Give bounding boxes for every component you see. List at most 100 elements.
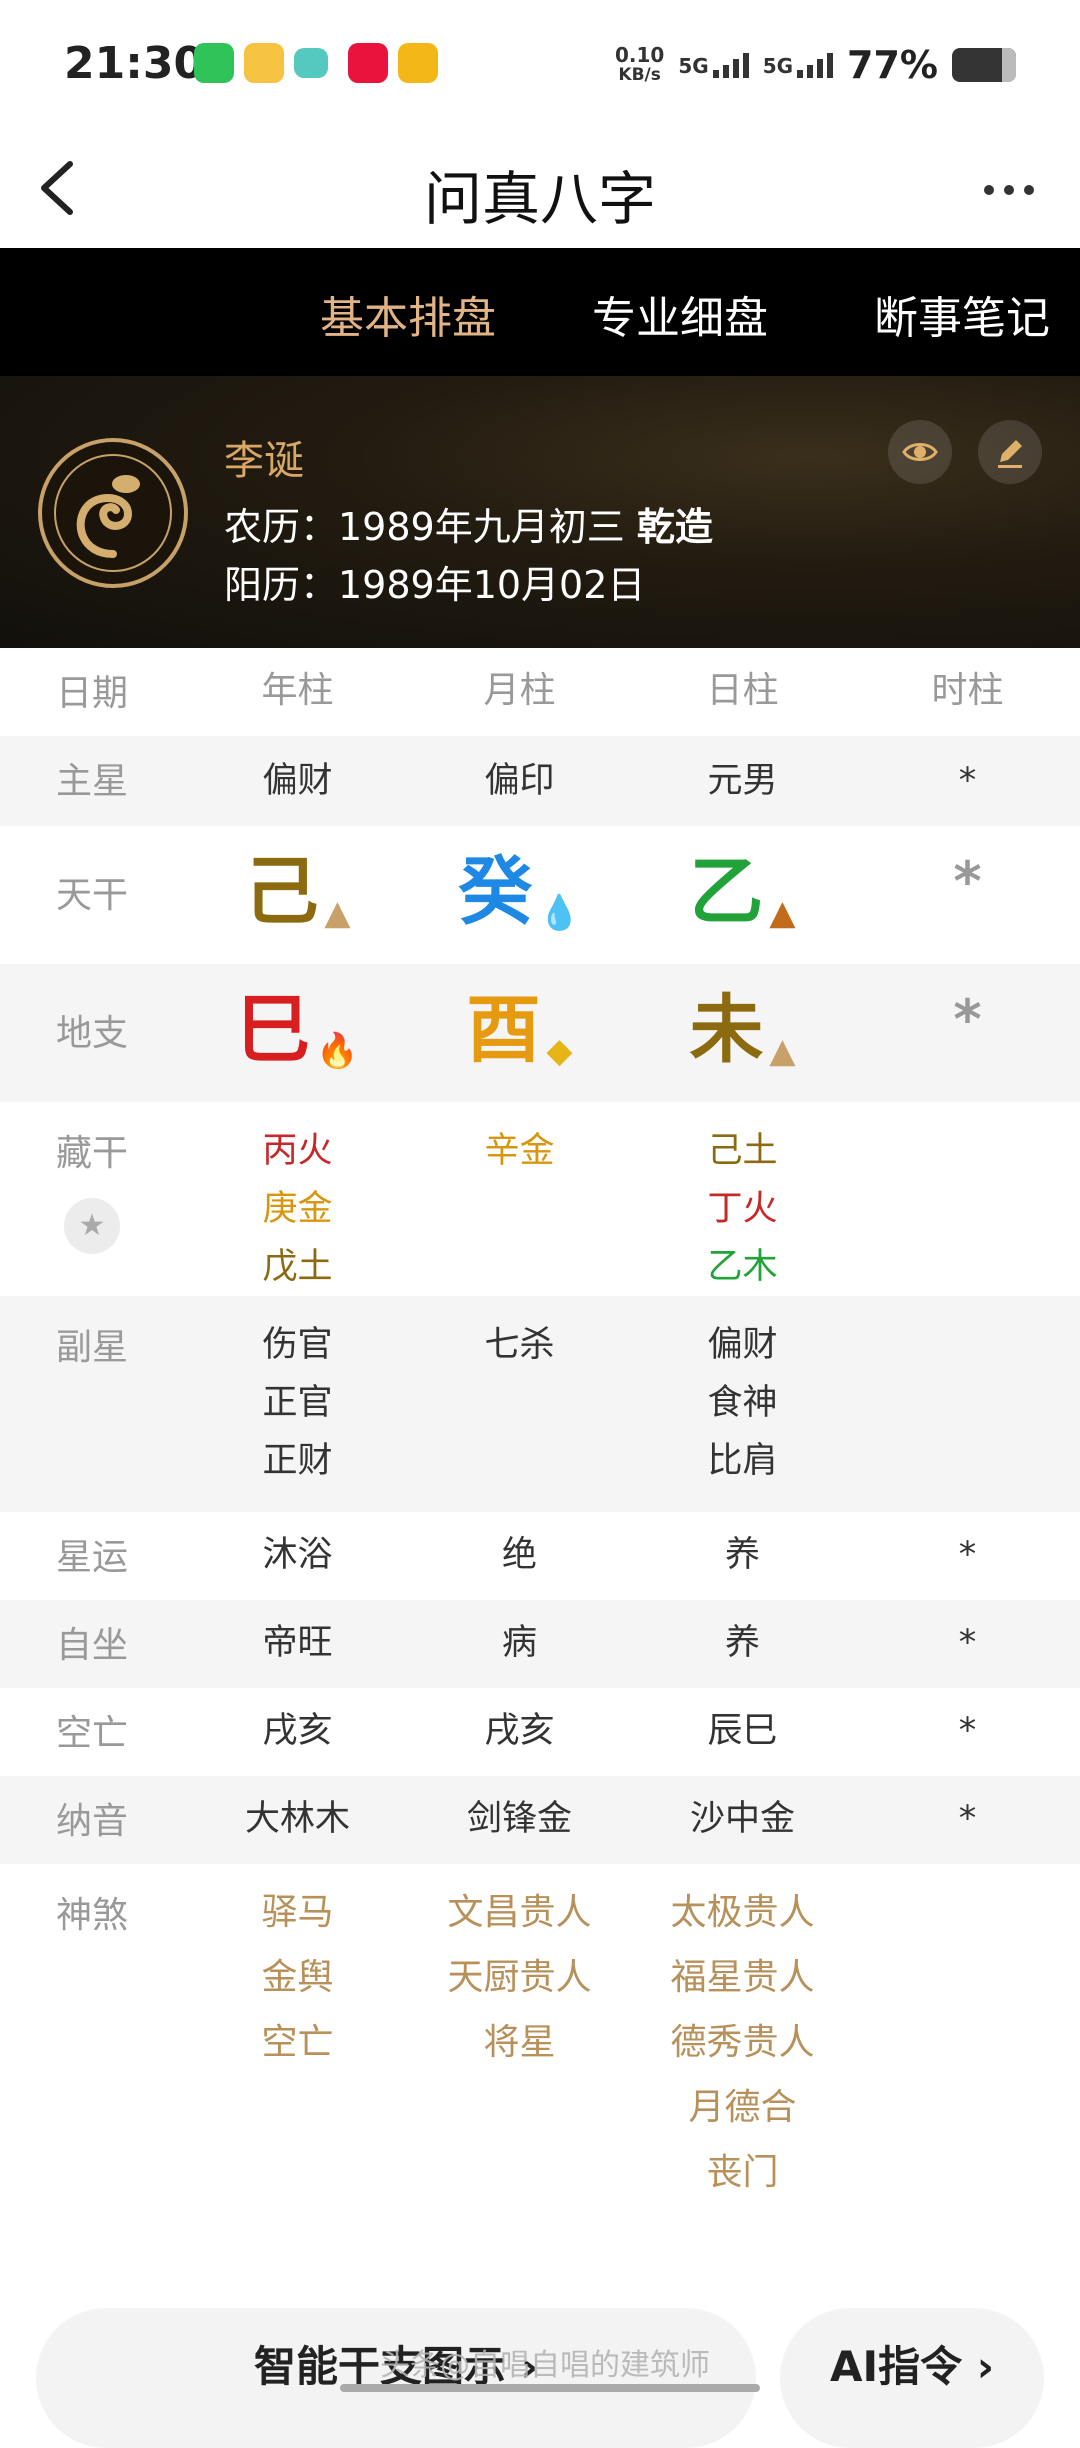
row-label: 主星 bbox=[55, 761, 128, 802]
cell-sub-stars: 伤官 正官 正财 bbox=[262, 1325, 333, 1481]
eye-button[interactable] bbox=[888, 420, 952, 484]
more-button[interactable] bbox=[974, 160, 1044, 220]
shensha-item[interactable]: 福星贵人 bbox=[645, 1945, 840, 2010]
signal-icon-2: 5G bbox=[763, 52, 834, 78]
shensha-item[interactable]: 德秀贵人 bbox=[645, 2010, 840, 2075]
tab-pro-chart[interactable]: 专业细盘 bbox=[592, 282, 768, 346]
tab-basic-chart[interactable]: 基本排盘 bbox=[320, 282, 496, 346]
cell-value: 帝旺 bbox=[262, 1623, 333, 1663]
header-month: 月柱 bbox=[483, 670, 556, 711]
page-title: 问真八字 bbox=[423, 165, 656, 233]
cell-value: 偏财 bbox=[262, 761, 333, 801]
shensha-item[interactable]: 太极贵人 bbox=[645, 1880, 840, 1945]
wechat-icon bbox=[194, 43, 234, 83]
cell-stem: 乙 ▲ bbox=[689, 849, 796, 935]
cell-sub-stars: 偏财 食神 比肩 bbox=[707, 1325, 778, 1481]
cell-value: * bbox=[958, 1799, 977, 1839]
lunar-date: 农历：1989年九月初三 乾造 bbox=[224, 505, 713, 549]
header-year: 年柱 bbox=[261, 670, 334, 711]
cell-value: 沙中金 bbox=[689, 1799, 795, 1839]
row-dizhi: 地支 巳 🔥 酉 ◆ 未 ▲ * bbox=[0, 964, 1080, 1102]
cell-value: 大林木 bbox=[244, 1799, 350, 1839]
header-date: 日期 bbox=[55, 673, 128, 714]
row-label: 天干 bbox=[55, 875, 128, 916]
cell-stem: * bbox=[953, 850, 982, 913]
row-zizuo: 自坐 帝旺 病 养 * bbox=[0, 1600, 1080, 1688]
shensha-item[interactable]: 文昌贵人 bbox=[422, 1880, 617, 1945]
edit-button[interactable] bbox=[978, 420, 1042, 484]
shensha-item[interactable]: 空亡 bbox=[200, 2010, 395, 2075]
cell-value: * bbox=[958, 1711, 977, 1751]
xiaohongshu-icon bbox=[348, 43, 388, 83]
earth-mountain-icon: ▲ bbox=[769, 1030, 796, 1071]
earth-mountain-icon: ▲ bbox=[324, 892, 351, 933]
weibo-icon bbox=[244, 43, 284, 83]
cell-value: * bbox=[958, 761, 977, 801]
row-main-star: 主星 偏财 偏印 元男 * bbox=[0, 736, 1080, 826]
shensha-item[interactable]: 天厨贵人 bbox=[422, 1945, 617, 2010]
hand-icon bbox=[398, 43, 438, 83]
row-label: 空亡 bbox=[55, 1713, 128, 1754]
wood-icon: ▲ bbox=[769, 892, 796, 933]
cell-hidden-stems: 己土 丁火 乙木 bbox=[707, 1131, 778, 1287]
cell-value: 剑锋金 bbox=[466, 1799, 572, 1839]
fire-icon: 🔥 bbox=[316, 1030, 359, 1071]
solar-date: 阳历：1989年10月02日 bbox=[224, 563, 646, 607]
cell-hidden-stems: 辛金 bbox=[484, 1131, 555, 1171]
cell-shensha: 太极贵人 福星贵人 德秀贵人 月德合 丧门 bbox=[645, 1880, 840, 2205]
battery-icon bbox=[952, 48, 1016, 82]
ai-command-button[interactable]: AI指令 › bbox=[780, 2308, 1044, 2448]
watermark: 头条@自唱自唱的建筑师 bbox=[380, 2348, 710, 2383]
cell-value: 养 bbox=[724, 1535, 760, 1575]
nav-bar: 问真八字 bbox=[0, 130, 1080, 248]
eye-icon bbox=[902, 443, 938, 461]
row-xingyun: 星运 沐浴 绝 养 * bbox=[0, 1512, 1080, 1600]
cell-stem: 癸 💧 bbox=[458, 849, 581, 935]
message-icon bbox=[294, 48, 328, 78]
snake-zodiac-icon bbox=[54, 454, 172, 572]
status-bar: 21:30 0.10 KB/s 5G 5G 77% bbox=[0, 0, 1080, 130]
profile-name: 李诞 bbox=[224, 438, 304, 484]
shensha-item[interactable]: 月德合 bbox=[645, 2075, 840, 2140]
header-day: 日柱 bbox=[706, 670, 779, 711]
row-tiangan: 天干 己 ▲ 癸 💧 乙 ▲ * bbox=[0, 826, 1080, 964]
cell-value: 养 bbox=[724, 1623, 760, 1663]
row-label: 星运 bbox=[55, 1537, 128, 1578]
profile-header: 李诞 农历：1989年九月初三 乾造 阳历：1989年10月02日 bbox=[0, 376, 1080, 648]
row-canggan: 藏干 ★ 丙火 庚金 戊土 辛金 己土 丁火 乙木 bbox=[0, 1102, 1080, 1296]
shensha-item[interactable]: 将星 bbox=[422, 2010, 617, 2075]
cell-value: 元男 bbox=[707, 761, 778, 801]
home-indicator[interactable] bbox=[340, 2384, 760, 2392]
cell-value: 病 bbox=[501, 1623, 537, 1663]
cell-value: 戌亥 bbox=[262, 1711, 333, 1751]
cell-hidden-stems: 丙火 庚金 戊土 bbox=[262, 1131, 333, 1287]
row-label: 地支 bbox=[55, 1013, 128, 1054]
pin-button[interactable]: ★ bbox=[64, 1198, 120, 1254]
cell-branch: 巳 🔥 bbox=[236, 987, 359, 1073]
row-label: 副星 bbox=[55, 1327, 128, 1368]
header-hour: 时柱 bbox=[931, 670, 1004, 711]
tab-bar: 基本排盘 专业细盘 断事笔记 bbox=[0, 248, 1080, 376]
more-horizontal-icon bbox=[984, 185, 1034, 195]
cell-value: 辰巳 bbox=[707, 1711, 778, 1751]
shensha-item[interactable]: 驿马 bbox=[200, 1880, 395, 1945]
cell-branch: 酉 ◆ bbox=[466, 987, 573, 1073]
avatar bbox=[38, 438, 188, 588]
status-time: 21:30 bbox=[64, 38, 205, 89]
shensha-item[interactable]: 丧门 bbox=[645, 2140, 840, 2205]
row-nayin: 纳音 大林木 剑锋金 沙中金 * bbox=[0, 1776, 1080, 1864]
row-shensha: 神煞 驿马 金舆 空亡 文昌贵人 天厨贵人 将星 太极贵人 福星贵人 德秀贵人 … bbox=[0, 1864, 1080, 2226]
row-kongwang: 空亡 戌亥 戌亥 辰巳 * bbox=[0, 1688, 1080, 1776]
cell-shensha: 文昌贵人 天厨贵人 将星 bbox=[422, 1880, 617, 2075]
row-fuxing: 副星 伤官 正官 正财 七杀 偏财 食神 比肩 bbox=[0, 1296, 1080, 1512]
shensha-item[interactable]: 金舆 bbox=[200, 1945, 395, 2010]
cell-value: 绝 bbox=[501, 1535, 537, 1575]
cell-value: 偏印 bbox=[484, 761, 555, 801]
gold-ingot-icon: ◆ bbox=[546, 1030, 573, 1071]
cell-value: * bbox=[958, 1535, 977, 1575]
row-label: 自坐 bbox=[55, 1625, 128, 1666]
cell-value: 戌亥 bbox=[484, 1711, 555, 1751]
cell-stem: 己 ▲ bbox=[244, 849, 351, 935]
tab-notes[interactable]: 断事笔记 bbox=[874, 282, 1050, 346]
battery-percent: 77% bbox=[847, 43, 938, 87]
